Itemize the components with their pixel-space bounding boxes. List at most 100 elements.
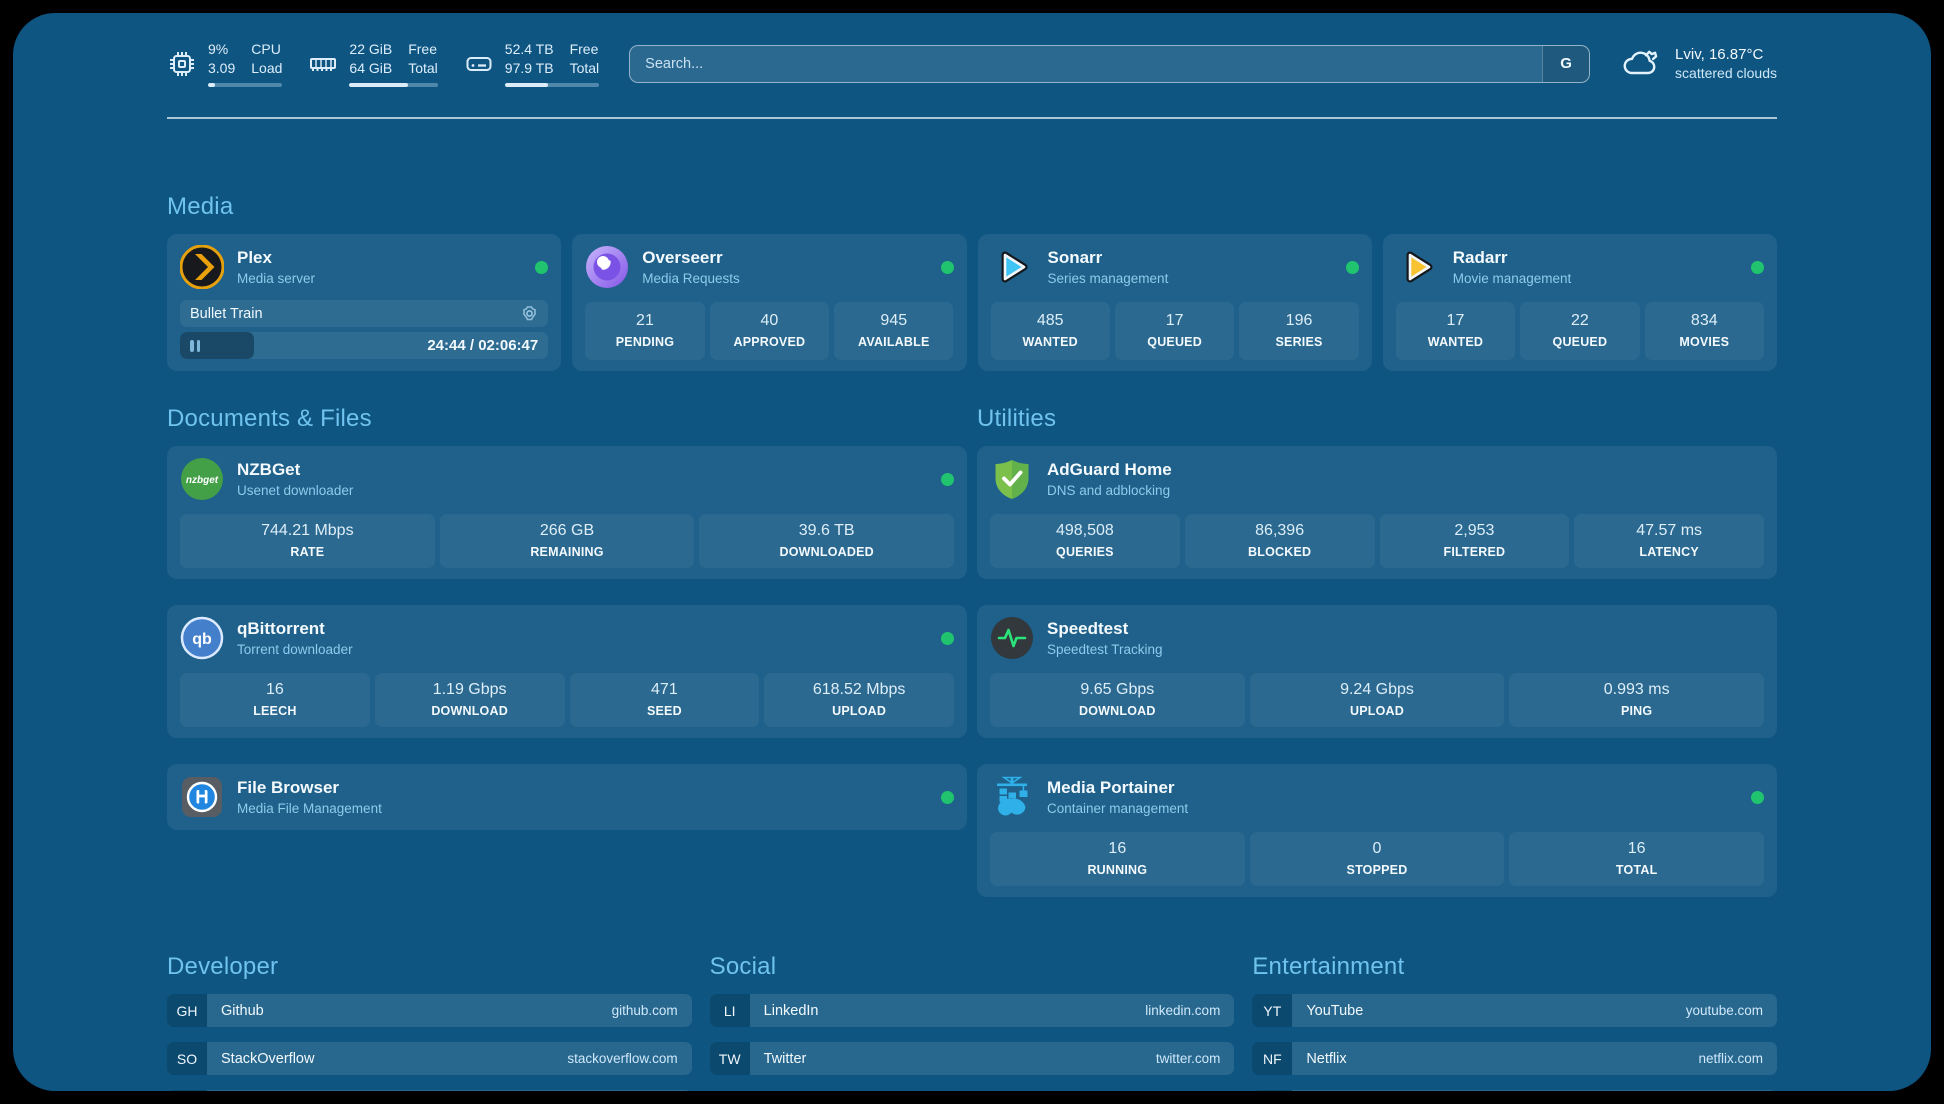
service-card-speedtest[interactable]: Speedtest Speedtest Tracking 9.65 Gbps D… [977,605,1777,738]
playback-time: 24:44 / 02:06:47 [427,337,538,354]
bookmark-stackoverflow[interactable]: SO StackOverflow stackoverflow.com [167,1042,692,1075]
cpu-icon [167,49,197,79]
bookmark-youtube[interactable]: YT YouTube youtube.com [1252,994,1777,1027]
service-card-portainer[interactable]: Media Portainer Container management 16 … [977,764,1777,897]
bookmark-group-developer: Developer GH Github github.com SO StackO… [167,953,692,1091]
stat-value: 498,508 [994,522,1176,540]
cpu-usage: 9% [208,40,235,59]
service-name: Overseerr [642,248,740,268]
now-playing-row: Bullet Train [180,300,548,327]
status-online-dot [941,261,954,274]
service-name: AdGuard Home [1047,460,1172,480]
portainer-logo [990,775,1034,819]
stat-tile: 39.6 TB DOWNLOADED [699,514,954,568]
pause-button[interactable] [190,340,200,352]
stat-value: 39.6 TB [703,522,950,540]
stat-tile: 47.57 ms LATENCY [1574,514,1764,568]
weather-condition: scattered clouds [1675,65,1777,81]
stat-value: 618.52 Mbps [768,681,950,699]
section-title-social: Social [710,953,1235,981]
stat-label: QUERIES [994,545,1176,559]
stat-tile: 9.65 Gbps DOWNLOAD [990,673,1245,727]
stat-tile: 834 MOVIES [1645,302,1764,360]
disk-progress-bar [505,83,599,87]
stat-value: 16 [184,681,366,699]
bookmark-abbr-badge: YT [1252,994,1292,1027]
search-provider-button[interactable]: G [1542,46,1589,82]
stat-value: 834 [1649,312,1760,330]
service-subtitle: Media server [237,271,315,286]
bookmark-abbr-badge: LI [710,994,750,1027]
filebrowser-logo [180,775,224,819]
service-subtitle: Container management [1047,801,1188,816]
now-playing-title: Bullet Train [190,306,263,322]
search-bar: G [629,45,1590,83]
stat-tile: 17 WANTED [1396,302,1515,360]
bookmark-name: Netflix [1306,1051,1346,1067]
bookmark-netflix[interactable]: NF Netflix netflix.com [1252,1042,1777,1075]
cpu-progress-bar [208,83,282,87]
stat-value: 16 [1513,840,1760,858]
memory-total: 64 GiB [349,59,392,78]
stat-value: 86,396 [1189,522,1371,540]
service-card-nzbget[interactable]: nzbget NZBGet Usenet downloader 74 [167,446,967,579]
stat-value: 485 [995,312,1106,330]
stat-tile: 21 PENDING [585,302,704,360]
weather-widget: Lviv, 16.87°C scattered clouds [1620,44,1777,83]
bookmark-dev[interactable]: DT DEV dev.to [167,1090,692,1091]
stat-tile: 744.21 Mbps RATE [180,514,435,568]
disk-free-label: Free [570,40,600,59]
stat-label: LEECH [184,704,366,718]
service-subtitle: Movie management [1453,271,1572,286]
cpu-load-label: Load [251,59,282,78]
status-online-dot [1346,261,1359,274]
service-subtitle: DNS and adblocking [1047,483,1172,498]
service-card-radarr[interactable]: Radarr Movie management 17 WANTED 22 QUE… [1383,234,1777,371]
section-utilities: Utilities [977,405,1777,897]
memory-stat: 22 GiB 64 GiB Free Total [308,40,437,87]
bookmark-github[interactable]: GH Github github.com [167,994,692,1027]
service-subtitle: Usenet downloader [237,483,353,498]
stat-tile: 0 STOPPED [1250,832,1505,886]
stat-label: BLOCKED [1189,545,1371,559]
memory-icon [308,49,338,79]
stat-label: RUNNING [994,863,1241,877]
stat-value: 0 [1254,840,1501,858]
bookmark-domain: netflix.com [1698,1051,1763,1066]
section-title-developer: Developer [167,953,692,981]
stat-label: MOVIES [1649,335,1760,349]
section-documents: Documents & Files nzbget [167,405,967,830]
bookmark-abbr-badge: RE [1252,1090,1292,1091]
service-card-filebrowser[interactable]: File Browser Media File Management [167,764,967,830]
stat-tile: 9.24 Gbps UPLOAD [1250,673,1505,727]
stat-label: DOWNLOADED [703,545,950,559]
section-title-utilities: Utilities [977,405,1777,433]
stat-value: 16 [994,840,1241,858]
service-card-sonarr[interactable]: Sonarr Series management 485 WANTED 17 Q… [978,234,1372,371]
section-title-media: Media [167,193,1777,221]
memory-free: 22 GiB [349,40,392,59]
stat-tile: 0.993 ms PING [1509,673,1764,727]
bookmark-twitter[interactable]: TW Twitter twitter.com [710,1042,1235,1075]
stat-value: 2,953 [1384,522,1566,540]
bookmark-linkedin[interactable]: LI LinkedIn linkedin.com [710,994,1235,1027]
service-name: Speedtest [1047,619,1163,639]
service-subtitle: Torrent downloader [237,642,353,657]
stat-label: UPLOAD [1254,704,1501,718]
service-card-qbittorrent[interactable]: qb qBittorrent Torrent downloader [167,605,967,738]
bookmark-name: Github [221,1003,264,1019]
bookmark-abbr-badge: TW [710,1042,750,1075]
service-card-plex[interactable]: Plex Media server Bullet Train [167,234,561,371]
bookmark-domain: youtube.com [1686,1003,1763,1018]
bookmark-abbr-badge: NF [1252,1042,1292,1075]
service-name: qBittorrent [237,619,353,639]
search-input[interactable] [630,46,1542,82]
stat-label: SERIES [1243,335,1354,349]
stat-label: DOWNLOAD [994,704,1241,718]
service-card-overseerr[interactable]: Overseerr Media Requests 21 PENDING 40 A… [572,234,966,371]
status-online-dot [535,261,548,274]
service-card-adguard[interactable]: AdGuard Home DNS and adblocking 498,508 … [977,446,1777,579]
bookmark-reddit[interactable]: RE Reddit reddit.com [1252,1090,1777,1091]
bookmark-group-social: Social LI LinkedIn linkedin.com TW Twitt… [710,953,1235,1075]
service-name: File Browser [237,778,382,798]
